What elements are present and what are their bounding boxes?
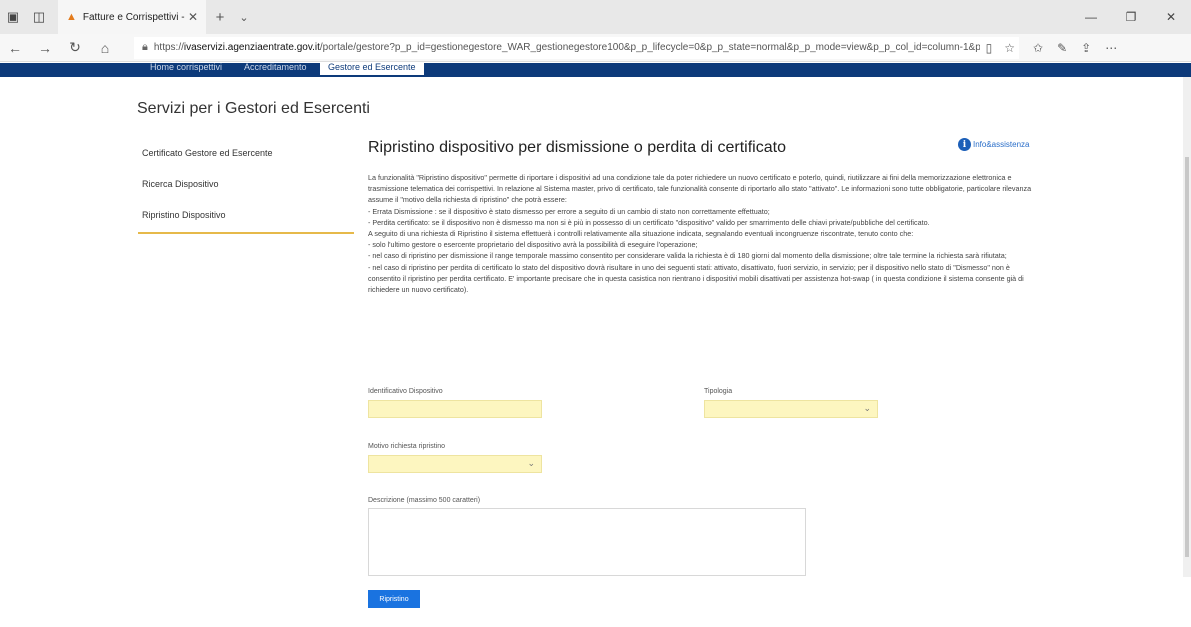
- reason-select[interactable]: ⌄: [368, 455, 542, 473]
- section-title: Servizi per i Gestori ed Esercenti: [137, 100, 370, 117]
- sidebar-item-ricerca[interactable]: Ricerca Dispositivo: [142, 179, 354, 210]
- info-assistenza-link[interactable]: i Info&assistenza: [958, 138, 1029, 151]
- new-tab-icon[interactable]: +: [206, 0, 234, 34]
- lock-icon: 🔒︎: [142, 41, 148, 53]
- description-bullet: - Errata Dismissione : se il dispositivo…: [368, 206, 770, 216]
- close-window-icon[interactable]: ✕: [1151, 0, 1191, 34]
- type-label: Tipologia: [704, 388, 733, 395]
- sidebar: Certificato Gestore ed Esercente Ricerca…: [138, 148, 354, 241]
- browser-tools: ✩ ✎ ⇪ ⋯: [1033, 41, 1117, 55]
- desc-label: Descrizione (massimo 500 caratteri): [368, 497, 481, 504]
- favorite-star-icon[interactable]: ☆: [1004, 41, 1015, 55]
- share-icon[interactable]: ⇪: [1081, 41, 1091, 55]
- description-textarea[interactable]: [368, 508, 806, 576]
- url-host: ivaservizi.agenziaentrate.gov.it: [183, 42, 320, 53]
- info-link-label: Info&assistenza: [973, 140, 1030, 149]
- window-controls: — ❐ ✕: [1071, 0, 1191, 34]
- tab-title: Fatture e Corrispettivi -: [82, 11, 185, 23]
- forward-icon[interactable]: →: [30, 34, 60, 62]
- sidebar-item-ripristino[interactable]: Ripristino Dispositivo: [142, 210, 354, 241]
- chevron-down-icon: ⌄: [527, 458, 535, 468]
- url-field[interactable]: 🔒︎ https://ivaservizi.agenziaentrate.gov…: [134, 36, 1019, 59]
- site-favicon-icon: ▲: [66, 11, 77, 23]
- browser-tab-bar: ▣ ◫ ▲ Fatture e Corrispettivi - ✕ + ⌄ — …: [0, 0, 1191, 34]
- page-title: Ripristino dispositivo per dismissione o…: [368, 139, 786, 156]
- description-paragraph: A seguito di una richiesta di Ripristino…: [368, 229, 914, 239]
- id-label: Identificativo Dispositivo: [368, 388, 443, 395]
- description-bullet: - nel caso di ripristino per perdita di …: [368, 262, 1024, 295]
- description: La funzionalità "Ripristino dispositivo"…: [368, 172, 1040, 295]
- sidebar-item-certificato[interactable]: Certificato Gestore ed Esercente: [142, 148, 354, 179]
- notes-icon[interactable]: ✎: [1057, 41, 1067, 55]
- address-toolbar: ← → ↻ ⌂ 🔒︎ https://ivaservizi.agenziaent…: [0, 34, 1191, 62]
- tab-list-chevron-icon[interactable]: ⌄: [234, 0, 254, 34]
- set-aside-tabs-icon[interactable]: ◫: [26, 0, 52, 34]
- type-select[interactable]: ⌄: [704, 400, 878, 418]
- url-prefix: https://: [153, 42, 184, 53]
- reason-label: Motivo richiesta ripristino: [368, 443, 446, 450]
- description-bullet: - nel caso di ripristino per dismissione…: [368, 251, 1007, 261]
- minimize-icon[interactable]: —: [1071, 0, 1111, 34]
- browser-tab[interactable]: ▲ Fatture e Corrispettivi - ✕: [58, 0, 206, 34]
- refresh-icon[interactable]: ↻: [60, 34, 90, 62]
- id-input[interactable]: [368, 400, 542, 418]
- nav-home-corrispettivi[interactable]: Home corrispettivi: [150, 63, 222, 77]
- home-icon[interactable]: ⌂: [90, 34, 120, 62]
- page-scrollbar[interactable]: [1183, 77, 1191, 577]
- nav-gestore-esercente[interactable]: Gestore ed Esercente: [320, 63, 424, 75]
- maximize-icon[interactable]: ❐: [1111, 0, 1151, 34]
- chevron-down-icon: ⌄: [863, 403, 871, 413]
- description-paragraph: La funzionalità "Ripristino dispositivo"…: [368, 173, 1032, 205]
- description-bullet: - solo l'ultimo gestore o esercente prop…: [368, 240, 698, 250]
- ripristino-button[interactable]: Ripristino: [368, 590, 420, 608]
- url-actions: ▯ ☆: [979, 36, 1015, 59]
- back-icon[interactable]: ←: [0, 34, 30, 62]
- favorites-icon[interactable]: ✩: [1033, 41, 1043, 55]
- sidebar-active-underline: [138, 232, 354, 234]
- scrollbar-thumb[interactable]: [1185, 157, 1189, 557]
- nav-accreditamento[interactable]: Accreditamento: [244, 63, 307, 77]
- info-icon: i: [958, 138, 971, 151]
- tab-actions-icon[interactable]: ▣: [0, 0, 26, 34]
- url-path: /portale/gestore?p_p_id=gestionegestore_…: [319, 42, 981, 53]
- reading-view-icon[interactable]: ▯: [986, 41, 993, 55]
- close-tab-icon[interactable]: ✕: [188, 10, 198, 24]
- site-top-nav: Home corrispettivi Accreditamento Gestor…: [0, 63, 1191, 77]
- description-bullet: - Perdita certificato: se il dispositivo…: [368, 217, 930, 227]
- more-icon[interactable]: ⋯: [1105, 41, 1117, 55]
